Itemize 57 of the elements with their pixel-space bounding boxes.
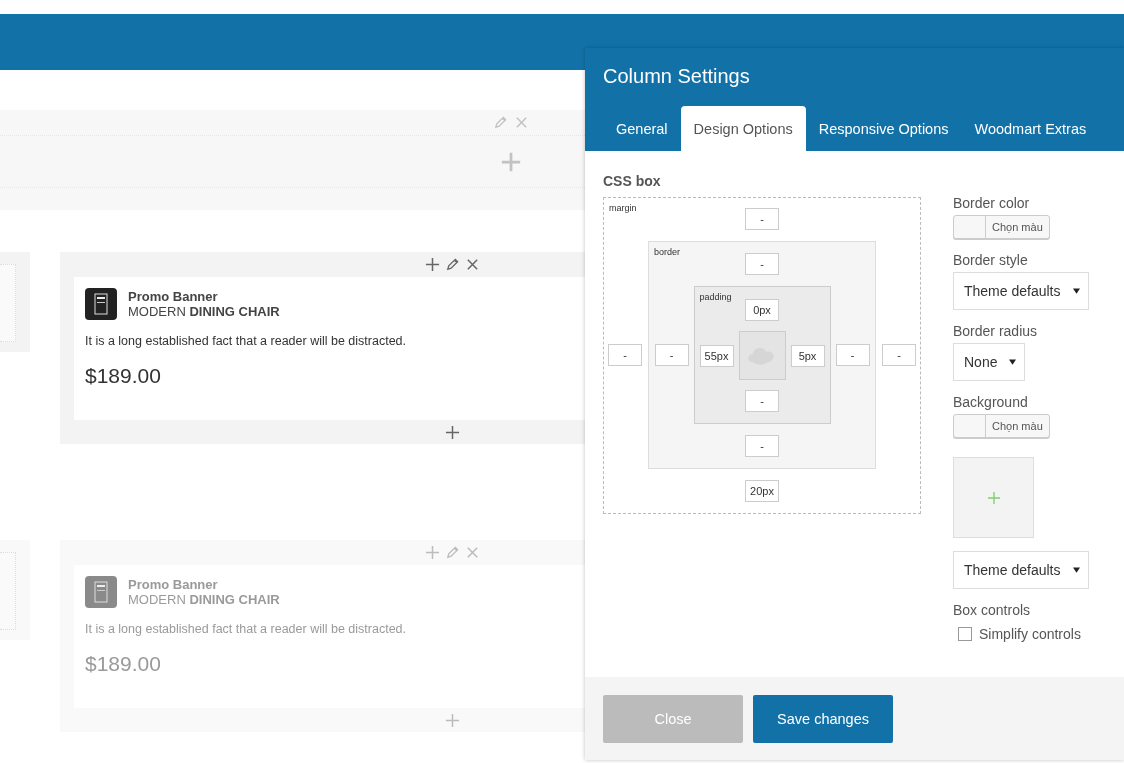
input-field[interactable]: 0px — [745, 299, 779, 322]
input-field[interactable]: - — [745, 253, 779, 276]
input-field[interactable]: 5px — [790, 344, 825, 367]
close-icon[interactable] — [465, 257, 480, 272]
field-label: Box controls — [953, 602, 1031, 619]
element-subtitle: MODERN DINING CHAIR — [128, 304, 280, 319]
field-label: Background — [953, 394, 1028, 411]
select-value: Theme defaults — [964, 562, 1061, 579]
input-field[interactable]: - — [745, 390, 779, 413]
color-picker-button[interactable]: Chọn màu — [953, 414, 1050, 439]
panel-title: Column Settings — [602, 64, 751, 88]
element-price: $189.00 — [85, 364, 161, 388]
element-title: Promo Banner — [128, 289, 219, 304]
tab[interactable]: Responsive Options — [805, 106, 962, 152]
tab[interactable]: General — [603, 106, 681, 152]
section-label: CSS box — [603, 173, 662, 190]
element-title: Promo Banner — [128, 577, 219, 592]
field-label: Border style — [953, 252, 1028, 269]
pencil-icon[interactable] — [445, 257, 460, 272]
save-button[interactable]: Save changes — [753, 694, 893, 743]
tab[interactable]: Design Options — [680, 106, 806, 152]
element-description: It is a long established fact that a reader will be distracted. — [85, 622, 407, 636]
caret-icon — [1072, 567, 1080, 574]
box-label: border — [654, 247, 680, 258]
plus-icon — [986, 490, 1001, 505]
input-field[interactable]: 20px — [745, 480, 779, 503]
element-price: $189.00 — [85, 652, 161, 676]
plus-icon[interactable] — [445, 424, 460, 440]
select-dropdown[interactable]: Theme defaults — [953, 272, 1089, 311]
select-value: None — [964, 354, 998, 371]
input-field[interactable]: - — [654, 344, 689, 367]
plus-icon[interactable] — [425, 257, 440, 272]
box-label: margin — [609, 203, 637, 214]
select-dropdown[interactable]: None — [953, 343, 1026, 382]
color-picker-button[interactable]: Chọn màu — [953, 215, 1050, 240]
input-field[interactable]: - — [882, 344, 916, 367]
caret-icon — [1072, 288, 1080, 295]
banner-icon — [85, 288, 117, 320]
tab[interactable]: Woodmart Extras — [961, 106, 1100, 152]
select-dropdown[interactable]: Theme defaults — [953, 551, 1089, 590]
banner-icon — [85, 576, 117, 608]
element-subtitle: MODERN DINING CHAIR — [128, 592, 280, 607]
input-field[interactable]: - — [745, 208, 779, 231]
field-label: Border radius — [953, 323, 1038, 340]
image-upload-box[interactable] — [953, 457, 1034, 539]
field-label: Border color — [953, 195, 1030, 212]
checkbox-label: Simplify controls — [979, 626, 1081, 643]
element-description: It is a long established fact that a reader will be distracted. — [85, 334, 407, 348]
element-card[interactable]: Promo Banner MODERN DINING CHAIR It is a long established fact that a reader will be distracted. $189.00 — [74, 277, 585, 420]
box-label: padding — [699, 292, 732, 303]
caret-icon — [1009, 359, 1017, 366]
input-field[interactable]: 55px — [699, 344, 734, 367]
input-field[interactable]: - — [745, 435, 779, 458]
checkbox[interactable] — [958, 627, 972, 642]
select-value: Theme defaults — [964, 283, 1061, 300]
input-field[interactable]: - — [835, 344, 870, 367]
input-field[interactable]: - — [608, 344, 642, 367]
